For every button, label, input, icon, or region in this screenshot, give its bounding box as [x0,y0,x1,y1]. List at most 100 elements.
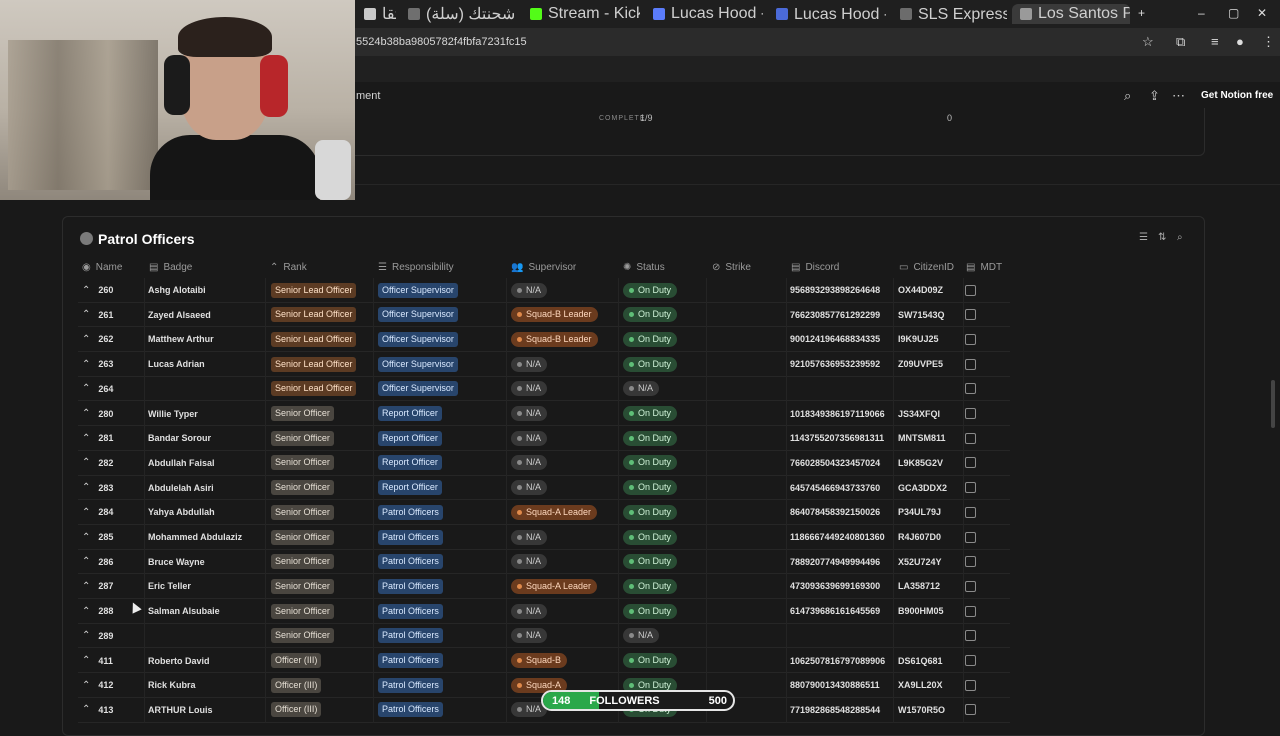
more-options-icon[interactable]: ⋯ [1172,88,1185,104]
table-row[interactable]: ⌃ 288 Salman Alsubaie Senior Officer Patrol … [78,599,1010,625]
mdt-cell[interactable] [965,303,976,327]
citizen-id-cell[interactable]: DS61Q681 [898,649,943,673]
mdt-cell[interactable] [965,624,976,648]
citizen-id-cell[interactable]: MNTSM811 [898,426,946,450]
responsibility-cell[interactable]: Report Officer [378,402,442,426]
column-header-supervisor[interactable]: 👥 Supervisor [511,258,576,276]
column-header-mdt[interactable]: ▤ MDT [966,258,1002,276]
badge-cell[interactable]: ⌃ 411 [82,649,113,673]
table-row[interactable]: ⌃ 289 Senior Officer Patrol Officers N/A N/A [78,623,1010,649]
discord-id-cell[interactable]: 921057636953239592 [790,352,880,376]
discord-id-cell[interactable]: 788920774949994496 [790,550,880,574]
responsibility-cell[interactable]: Report Officer [378,426,442,450]
browser-tab[interactable]: Lucas Hood - 1143✕ [645,4,763,24]
status-cell[interactable]: On Duty [623,303,678,327]
get-notion-free-button[interactable]: Get Notion free [1196,87,1278,105]
discord-id-cell[interactable]: 1018349386197119066 [790,402,885,426]
mdt-cell[interactable] [965,500,976,524]
column-header-name[interactable]: ◉ Name [82,258,122,276]
rank-cell[interactable]: Senior Officer [271,624,334,648]
supervisor-cell[interactable]: N/A [511,599,548,623]
sort-icon[interactable]: ⇅ [1158,232,1166,243]
officer-name-cell[interactable]: Mohammed Abdulaziz [148,525,242,549]
rank-cell[interactable]: Senior Officer [271,500,334,524]
badge-cell[interactable]: ⌃ 282 [82,451,113,475]
media-icon[interactable]: ≡ [1211,34,1219,49]
badge-cell[interactable]: ⌃ 281 [82,426,113,450]
responsibility-cell[interactable]: Report Officer [378,476,442,500]
badge-cell[interactable]: ⌃ 412 [82,673,113,697]
supervisor-cell[interactable]: N/A [511,278,548,302]
discord-id-cell[interactable]: 766028504323457024 [790,451,880,475]
badge-cell[interactable]: ⌃ 285 [82,525,113,549]
status-cell[interactable]: On Duty [623,327,678,351]
citizen-id-cell[interactable]: R4J607D0 [898,525,941,549]
mdt-cell[interactable] [965,352,976,376]
mdt-cell[interactable] [965,377,976,401]
browser-tab[interactable]: تقا✕ [356,4,396,24]
responsibility-cell[interactable]: Patrol Officers [378,525,443,549]
status-cell[interactable]: N/A [623,624,660,648]
rank-cell[interactable]: Senior Officer [271,574,334,598]
mdt-cell[interactable] [965,574,976,598]
supervisor-cell[interactable]: Squad-B Leader [511,303,598,327]
mdt-checkbox[interactable] [965,556,976,568]
supervisor-cell[interactable]: N/A [511,426,548,450]
column-header-citizenid[interactable]: ▭ CitizenID [899,258,954,276]
column-header-strike[interactable]: ⊘ Strike [712,258,751,276]
badge-cell[interactable]: ⌃ 263 [82,352,113,376]
table-row[interactable]: ⌃ 284 Yahya Abdullah Senior Officer Patrol O… [78,500,1010,526]
responsibility-cell[interactable]: Patrol Officers [378,624,443,648]
mdt-cell[interactable] [965,649,976,673]
column-header-status[interactable]: ✺ Status [623,258,665,276]
citizen-id-cell[interactable]: SW71543Q [898,303,945,327]
mdt-checkbox[interactable] [965,432,976,444]
status-cell[interactable]: On Duty [623,278,678,302]
officer-name-cell[interactable]: Willie Typer [148,402,198,426]
browser-tab[interactable]: تتبع شحنتك (سلة)✕ [400,4,515,24]
discord-id-cell[interactable]: 1143755207356981311 [790,426,884,450]
badge-cell[interactable]: ⌃ 262 [82,327,113,351]
rank-cell[interactable]: Senior Officer [271,476,334,500]
status-cell[interactable]: On Duty [623,476,678,500]
rank-cell[interactable]: Senior Officer [271,525,334,549]
citizen-id-cell[interactable]: OX44D09Z [898,278,943,302]
table-row[interactable]: ⌃ 282 Abdullah Faisal Senior Officer Report … [78,450,1010,476]
officer-name-cell[interactable]: Eric Teller [148,574,191,598]
rank-cell[interactable]: Senior Lead Officer [271,352,357,376]
mdt-checkbox[interactable] [965,630,976,642]
mdt-checkbox[interactable] [965,358,976,370]
officer-name-cell[interactable]: Salman Alsubaie [148,599,220,623]
browser-tab[interactable]: Stream - Kick Da✕ [522,4,640,24]
filter-icon[interactable]: ☰ [1139,232,1148,243]
officer-name-cell[interactable]: Roberto David [148,649,210,673]
responsibility-cell[interactable]: Officer Supervisor [378,278,458,302]
mdt-checkbox[interactable] [965,457,976,469]
rank-cell[interactable]: Officer (III) [271,649,322,673]
browser-tab[interactable]: SLS Express - وجستية✕ [892,4,1007,24]
supervisor-cell[interactable]: N/A [511,550,548,574]
table-row[interactable]: ⌃ 286 Bruce Wayne Senior Officer Patrol Offi… [78,549,1010,575]
rank-cell[interactable]: Senior Lead Officer [271,278,357,302]
badge-cell[interactable]: ⌃ 260 [82,278,113,302]
officer-name-cell[interactable]: Yahya Abdullah [148,500,215,524]
table-row[interactable]: ⌃ 281 Bandar Sorour Senior Officer Report Of… [78,426,1010,452]
badge-cell[interactable]: ⌃ 280 [82,402,113,426]
status-cell[interactable]: On Duty [623,550,678,574]
responsibility-cell[interactable]: Patrol Officers [378,574,443,598]
supervisor-cell[interactable]: N/A [511,451,548,475]
officer-name-cell[interactable]: Bandar Sorour [148,426,211,450]
discord-id-cell[interactable]: 880790013430886511 [790,673,880,697]
browser-tab[interactable]: Lucas Hood - المقدمين✕ [768,4,886,24]
badge-cell[interactable]: ⌃ 413 [82,698,113,722]
supervisor-cell[interactable]: N/A [511,525,548,549]
citizen-id-cell[interactable]: XA9LL20X [898,673,943,697]
rank-cell[interactable]: Senior Lead Officer [271,377,357,401]
maximize-button[interactable]: ▢ [1228,6,1239,20]
status-cell[interactable]: On Duty [623,599,678,623]
supervisor-cell[interactable]: Squad-A Leader [511,500,598,524]
officer-name-cell[interactable]: Rick Kubra [148,673,196,697]
mdt-checkbox[interactable] [965,482,976,494]
column-header-discord[interactable]: ▤ Discord [791,258,839,276]
officer-name-cell[interactable]: Ashg Alotaibi [148,278,206,302]
